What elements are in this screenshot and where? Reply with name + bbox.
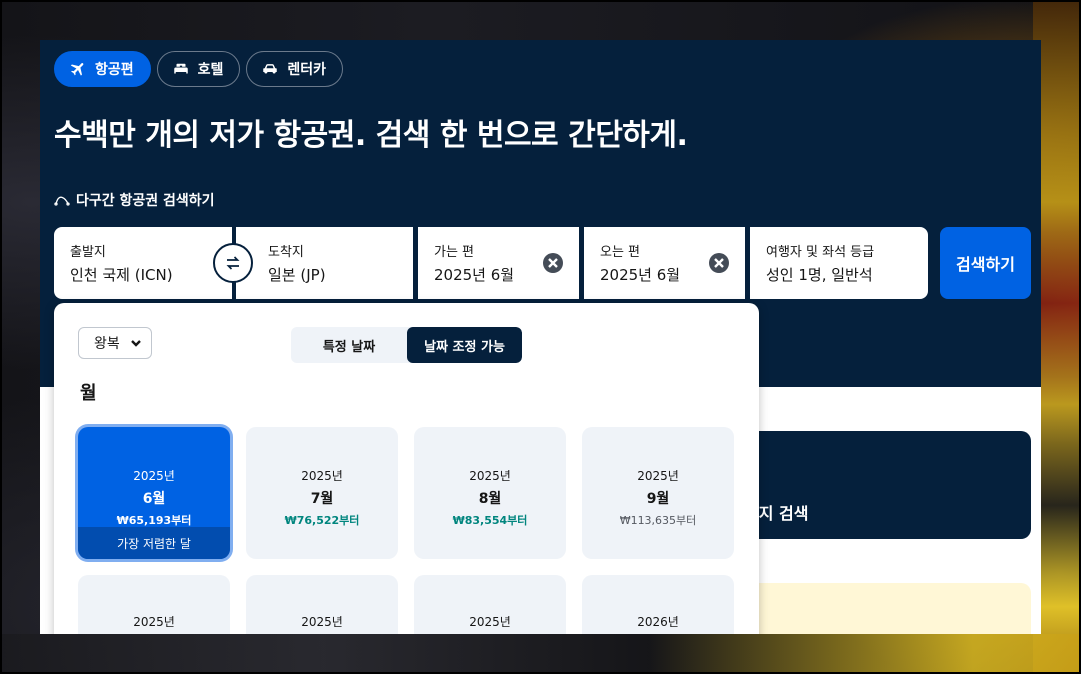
plane-icon <box>70 63 84 76</box>
month-card-year: 2026년 <box>637 615 679 629</box>
origin-field[interactable]: 출발지 인천 국제 (ICN) <box>54 227 232 299</box>
month-card-month: 8월 <box>478 491 502 507</box>
clear-return-button[interactable] <box>709 253 729 273</box>
month-card-price: ₩83,554부터 <box>452 514 528 527</box>
month-card[interactable]: 2025년 <box>246 575 398 634</box>
date-picker-popover: 왕복 특정 날짜 날짜 조정 가능 월 2025년 6월 ₩65,193부터 가… <box>54 303 759 634</box>
swap-button[interactable] <box>213 243 253 283</box>
tab-hotels[interactable]: 호텔 <box>156 51 241 87</box>
section-title: 월 <box>80 383 97 404</box>
month-card-year: 2025년 <box>133 469 175 483</box>
month-card-year: 2025년 <box>301 615 343 629</box>
background-street <box>0 634 1081 674</box>
tab-flights-label: 항공편 <box>95 62 134 78</box>
destination-field[interactable]: 도착지 일본 (JP) <box>236 227 413 299</box>
search-button[interactable]: 검색하기 <box>940 227 1031 299</box>
month-card[interactable]: 2026년 <box>582 575 734 634</box>
month-card-month: 9월 <box>646 491 670 507</box>
travellers-label: 여행자 및 좌석 등급 <box>766 245 875 260</box>
trip-type-select[interactable]: 왕복 <box>78 327 152 359</box>
month-card[interactable]: 2025년 7월 ₩76,522부터 <box>246 427 398 559</box>
month-card-price: ₩65,193부터 <box>116 514 192 527</box>
month-card[interactable]: 2025년 9월 ₩113,635부터 <box>582 427 734 559</box>
chevron-down-icon <box>130 340 141 347</box>
promo-banner <box>730 583 1031 634</box>
month-card-year: 2025년 <box>469 615 511 629</box>
month-card-price: ₩113,635부터 <box>619 514 697 527</box>
date-mode-toggle: 특정 날짜 날짜 조정 가능 <box>291 327 522 363</box>
tab-hotels-label: 호텔 <box>197 62 224 78</box>
month-card-year: 2025년 <box>133 615 175 629</box>
toggle-specific-dates[interactable]: 특정 날짜 <box>291 327 407 363</box>
month-card-month: 7월 <box>310 491 334 507</box>
tab-car-hire[interactable]: 렌터카 <box>246 51 344 87</box>
multi-city-label: 다구간 항공권 검색하기 <box>76 193 215 209</box>
cheapest-month-badge: 가장 저렴한 달 <box>78 527 230 559</box>
travellers-cabin-field[interactable]: 여행자 및 좌석 등급 성인 1명, 일반석 <box>750 227 928 299</box>
page-title: 수백만 개의 저가 항공권. 검색 한 번으로 간단하게. <box>54 118 688 153</box>
month-card[interactable]: 2025년 <box>414 575 566 634</box>
return-date-field[interactable]: 오는 편 2025년 6월 <box>584 227 745 299</box>
clear-depart-button[interactable] <box>543 253 563 273</box>
month-card-year: 2025년 <box>637 469 679 483</box>
swap-arrows-icon <box>226 256 240 270</box>
bed-icon <box>173 63 188 74</box>
destination-value: 일본 (JP) <box>268 266 326 284</box>
flight-search-window: 항공편 호텔 렌터카 수백만 개의 저가 항공권. 검색 한 번으로 간단하게.… <box>40 40 1041 634</box>
month-card-price: ₩76,522부터 <box>284 514 360 527</box>
month-card-month: 6월 <box>142 491 166 507</box>
month-card-year: 2025년 <box>469 469 511 483</box>
multi-city-link[interactable]: 다구간 항공권 검색하기 <box>54 190 215 210</box>
product-tabs: 항공편 호텔 렌터카 <box>54 51 344 87</box>
tab-flights[interactable]: 항공편 <box>54 51 151 87</box>
origin-value: 인천 국제 (ICN) <box>70 266 173 284</box>
month-card[interactable]: 2025년 <box>78 575 230 634</box>
close-icon <box>548 258 558 268</box>
month-card[interactable]: 2025년 6월 ₩65,193부터 가장 저렴한 달 <box>78 427 230 559</box>
travellers-value: 성인 1명, 일반석 <box>766 266 873 284</box>
depart-date-field[interactable]: 가는 편 2025년 6월 <box>418 227 579 299</box>
origin-label: 출발지 <box>70 245 106 260</box>
month-card[interactable]: 2025년 8월 ₩83,554부터 <box>414 427 566 559</box>
multi-city-icon <box>54 196 70 206</box>
toggle-flexible-dates[interactable]: 날짜 조정 가능 <box>407 327 522 363</box>
destination-label: 도착지 <box>268 245 304 260</box>
close-icon <box>714 258 724 268</box>
car-icon <box>263 64 278 74</box>
tab-car-hire-label: 렌터카 <box>287 62 327 78</box>
month-card-year: 2025년 <box>301 469 343 483</box>
search-anywhere-card[interactable]: 든지 검색 <box>730 431 1031 539</box>
trip-type-value: 왕복 <box>94 336 120 352</box>
